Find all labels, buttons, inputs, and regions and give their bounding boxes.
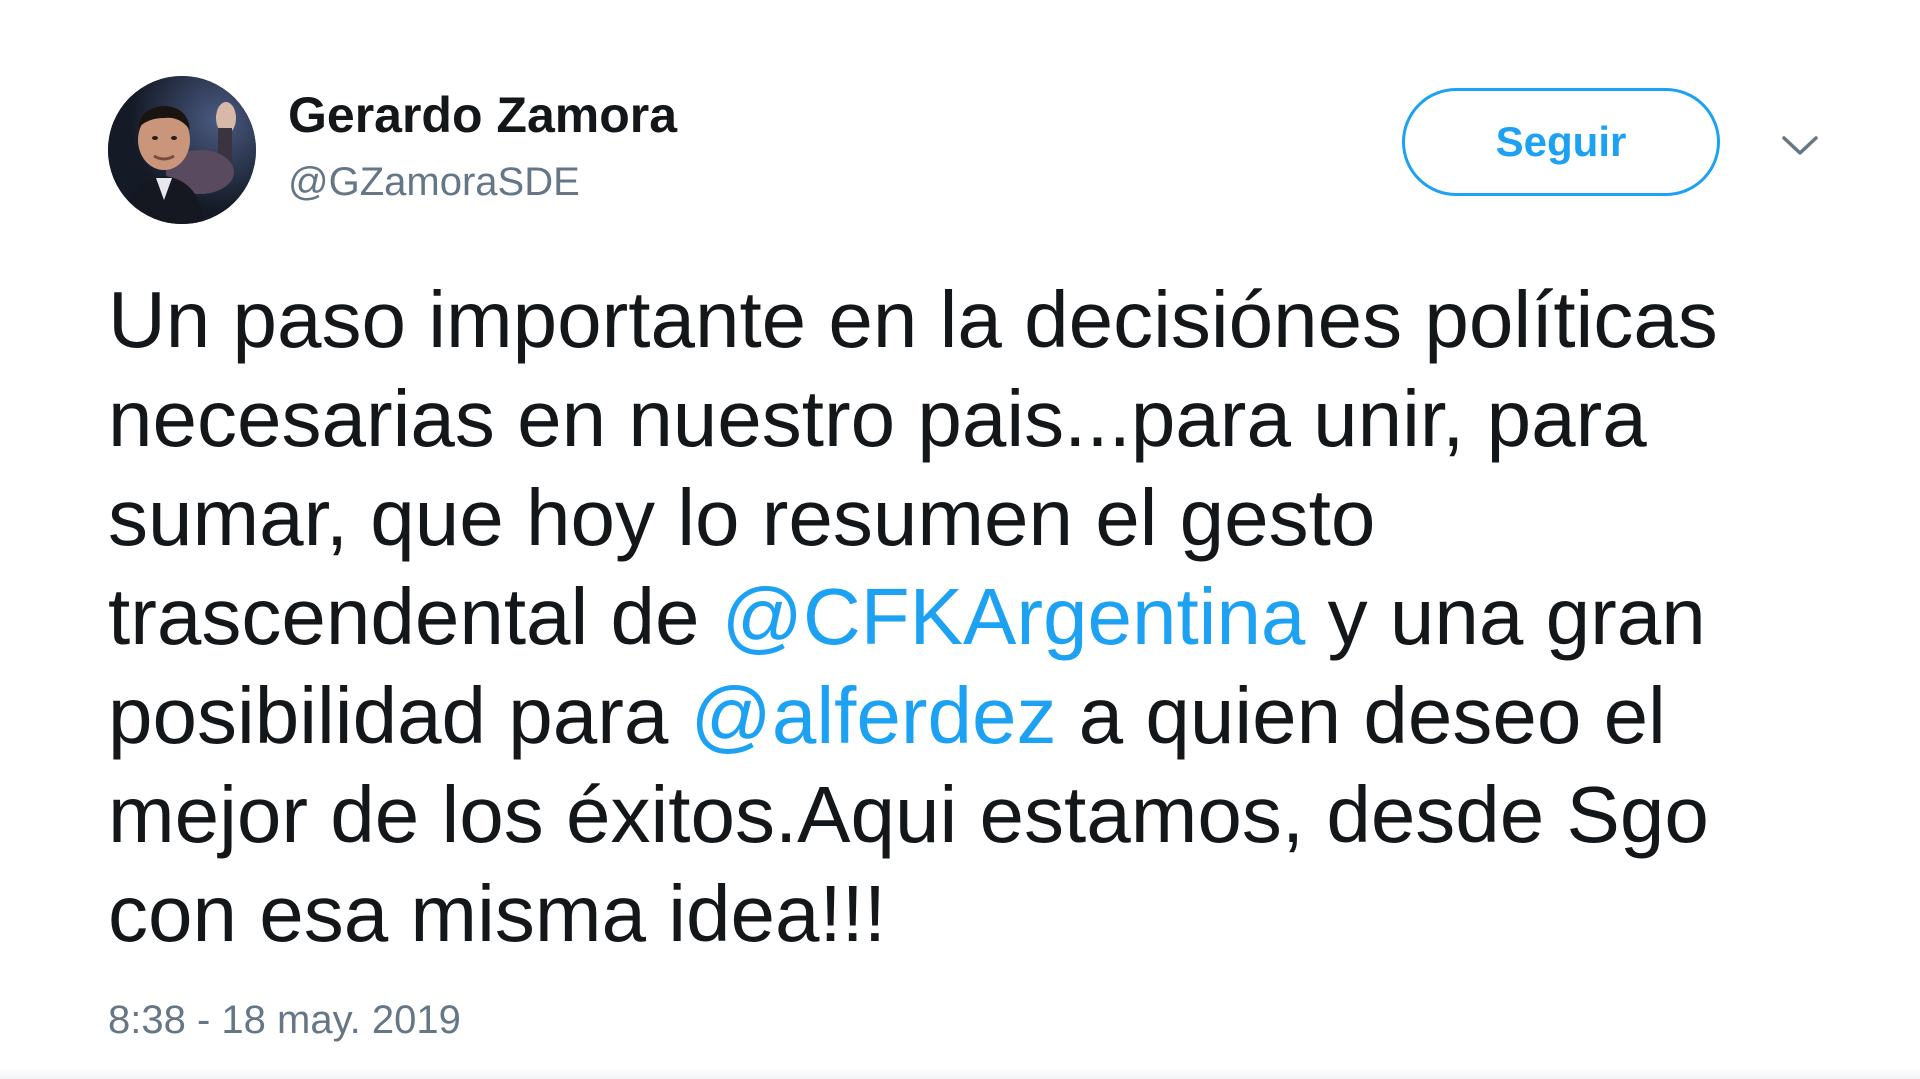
tweet-timestamp[interactable]: 8:38 - 18 may. 2019 [108,998,461,1043]
more-options-button[interactable] [1772,118,1828,174]
tweet-card: Gerardo Zamora @GZamoraSDE Seguir Un pas… [0,0,1920,1079]
chevron-down-icon [1782,136,1818,155]
tweet-line: necesarias en nuestro pais...para unir, … [108,374,1647,463]
follow-button[interactable]: Seguir [1402,88,1720,196]
mention-link-alferdez[interactable]: @alferdez [691,671,1057,760]
tweet-text-segment: y una gran [1305,572,1706,661]
author-display-name[interactable]: Gerardo Zamora [288,88,677,143]
card-bottom-divider [0,1068,1920,1079]
tweet-line: con esa misma idea!!! [108,869,887,958]
tweet-line: trascendental de @CFKArgentina y una gra… [108,567,1868,666]
tweet-line: Un paso importante en la decisiónes polí… [108,275,1718,364]
tweet-line: posibilidad para @alferdez a quien deseo… [108,666,1868,765]
tweet-text-segment: posibilidad para [108,671,691,760]
avatar[interactable] [108,76,256,224]
user-avatar-photo-icon [108,76,256,224]
tweet-line: mejor de los éxitos.Aqui estamos, desde … [108,770,1709,859]
mention-link-cfkargentina[interactable]: @CFKArgentina [722,572,1306,661]
tweet-text-segment: a quien deseo el [1056,671,1666,760]
tweet-line: sumar, que hoy lo resumen el gesto [108,473,1376,562]
author-handle[interactable]: @GZamoraSDE [288,160,580,204]
tweet-text-segment: trascendental de [108,572,722,661]
tweet-text: Un paso importante en la decisiónes polí… [108,270,1868,963]
